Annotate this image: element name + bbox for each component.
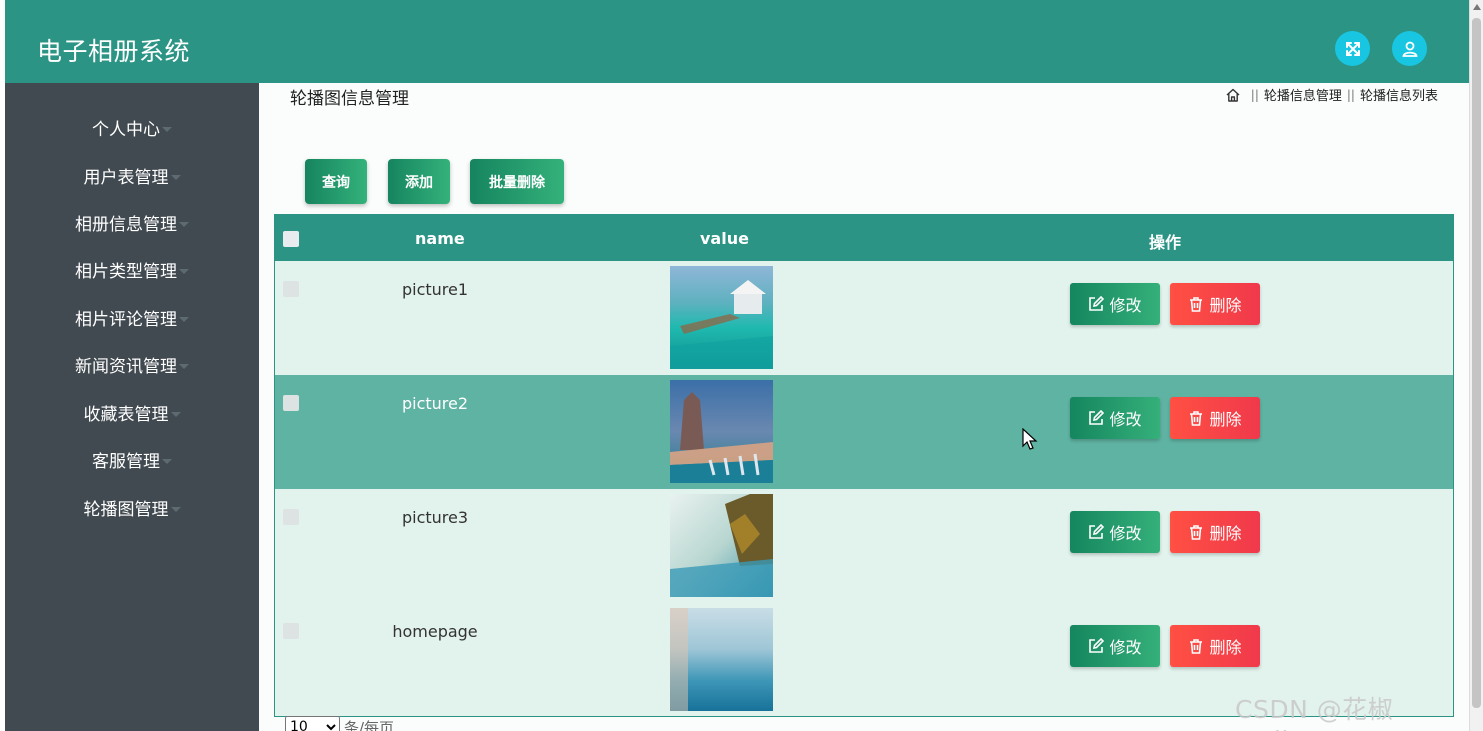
chevron-down-icon — [179, 363, 189, 369]
edit-button[interactable]: 修改 — [1070, 283, 1160, 325]
trash-icon — [1190, 639, 1203, 654]
breadcrumb: || 轮播信息管理 || 轮播信息列表 — [1225, 85, 1438, 104]
pagination: 10 条/每页 — [285, 716, 394, 731]
edit-button[interactable]: 修改 — [1070, 625, 1160, 667]
sidebar-item-label: 新闻资讯管理 — [75, 356, 177, 377]
trash-icon — [1190, 297, 1203, 312]
row-name: picture3 — [401, 508, 469, 527]
row-name: picture1 — [401, 280, 469, 299]
sidebar-item-label: 相片类型管理 — [75, 261, 177, 282]
page-title: 轮播图信息管理 — [290, 89, 409, 109]
user-button[interactable] — [1392, 31, 1427, 66]
sidebar-item-label: 用户表管理 — [83, 167, 169, 188]
chevron-down-icon — [179, 316, 189, 322]
column-header-ops: 操作 — [1149, 233, 1182, 252]
sidebar-item-label: 相册信息管理 — [75, 214, 177, 235]
fullscreen-button[interactable] — [1335, 31, 1370, 66]
sidebar-item-news[interactable]: 新闻资讯管理 — [5, 349, 259, 379]
edit-label: 修改 — [1109, 524, 1142, 543]
scroll-up-icon[interactable] — [1473, 4, 1481, 10]
scroll-thumb[interactable] — [1472, 18, 1481, 708]
table-row: picture3 修改 删除 — [275, 489, 1453, 603]
breadcrumb-separator: || — [1250, 87, 1259, 102]
edit-label: 修改 — [1109, 410, 1142, 429]
chevron-down-icon — [179, 221, 189, 227]
table-row: picture2 修改 删除 — [275, 375, 1453, 489]
thumbnail-image[interactable] — [670, 266, 773, 369]
delete-button[interactable]: 删除 — [1170, 397, 1260, 439]
trash-icon — [1190, 525, 1203, 540]
sidebar-item-personal[interactable]: 个人中心 — [5, 112, 259, 142]
page-size-label: 条/每页 — [344, 718, 395, 731]
edit-icon — [1089, 638, 1105, 653]
home-icon[interactable] — [1225, 87, 1241, 103]
sidebar-item-label: 轮播图管理 — [83, 499, 169, 520]
delete-label: 删除 — [1209, 524, 1242, 543]
page-scrollbar[interactable] — [1469, 0, 1483, 731]
delete-label: 删除 — [1209, 410, 1242, 429]
edit-icon — [1089, 296, 1105, 311]
sidebar-item-photo-comments[interactable]: 相片评论管理 — [5, 302, 259, 332]
table-header: name value 操作 — [275, 215, 1453, 261]
thumbnail-image[interactable] — [670, 608, 773, 711]
app-window: 电子相册系统 个人中心 用户表管理 相册信息管理 相片类型管理 相片评论管理 新… — [5, 0, 1469, 731]
sidebar-item-photo-types[interactable]: 相片类型管理 — [5, 254, 259, 284]
thumbnail-image[interactable] — [670, 380, 773, 483]
column-header-value: value — [700, 229, 749, 248]
breadcrumb-item[interactable]: 轮播信息管理 — [1264, 85, 1342, 104]
edit-label: 修改 — [1109, 638, 1142, 657]
edit-icon — [1089, 524, 1105, 539]
fullscreen-icon — [1345, 41, 1360, 56]
trash-icon — [1190, 411, 1203, 426]
user-icon — [1401, 41, 1418, 57]
chevron-down-icon — [179, 268, 189, 274]
sidebar-item-label: 收藏表管理 — [83, 404, 169, 425]
row-name: picture2 — [401, 394, 469, 413]
add-button[interactable]: 添加 — [388, 159, 450, 204]
edit-label: 修改 — [1109, 296, 1142, 315]
breadcrumb-item: 轮播信息列表 — [1359, 89, 1438, 104]
row-checkbox[interactable] — [283, 623, 299, 639]
row-name: homepage — [392, 622, 478, 641]
row-checkbox[interactable] — [283, 509, 299, 525]
breadcrumb-separator: || — [1346, 87, 1355, 102]
row-checkbox[interactable] — [283, 395, 299, 411]
delete-label: 删除 — [1209, 296, 1242, 315]
delete-label: 删除 — [1209, 638, 1242, 657]
sidebar-item-label: 相片评论管理 — [75, 309, 177, 330]
sidebar-item-carousel[interactable]: 轮播图管理 — [5, 492, 259, 522]
top-bar: 电子相册系统 — [5, 0, 1469, 83]
sidebar-item-label: 个人中心 — [92, 119, 160, 140]
table-row: picture1 修改 删除 — [275, 261, 1453, 375]
edit-button[interactable]: 修改 — [1070, 511, 1160, 553]
app-title: 电子相册系统 — [37, 37, 191, 66]
edit-icon — [1089, 410, 1105, 425]
chevron-down-icon — [170, 174, 181, 180]
watermark: CSDN @花椒coding — [1235, 695, 1394, 731]
delete-button[interactable]: 删除 — [1170, 283, 1260, 325]
chevron-down-icon — [170, 411, 181, 417]
batch-delete-button[interactable]: 批量删除 — [470, 159, 564, 204]
thumbnail-image[interactable] — [670, 494, 773, 597]
chevron-down-icon — [162, 126, 172, 132]
mouse-cursor-icon — [1022, 428, 1038, 450]
chevron-down-icon — [162, 458, 172, 464]
sidebar-item-albums[interactable]: 相册信息管理 — [5, 207, 259, 237]
query-button[interactable]: 查询 — [305, 159, 367, 204]
chevron-down-icon — [170, 506, 181, 512]
carousel-table: name value 操作 picture1 修改 删除 picture2 修改… — [274, 214, 1454, 717]
sidebar-item-label: 客服管理 — [92, 451, 160, 472]
select-all-checkbox[interactable] — [283, 231, 299, 247]
sidebar-item-users[interactable]: 用户表管理 — [5, 160, 259, 190]
row-checkbox[interactable] — [283, 281, 299, 297]
delete-button[interactable]: 删除 — [1170, 511, 1260, 553]
sidebar-item-customer-service[interactable]: 客服管理 — [5, 444, 259, 474]
sidebar-item-favorites[interactable]: 收藏表管理 — [5, 397, 259, 427]
edit-button[interactable]: 修改 — [1070, 397, 1160, 439]
delete-button[interactable]: 删除 — [1170, 625, 1260, 667]
page-size-select[interactable]: 10 — [285, 716, 340, 731]
sidebar: 个人中心 用户表管理 相册信息管理 相片类型管理 相片评论管理 新闻资讯管理 收… — [5, 83, 259, 731]
column-header-name: name — [415, 229, 465, 248]
